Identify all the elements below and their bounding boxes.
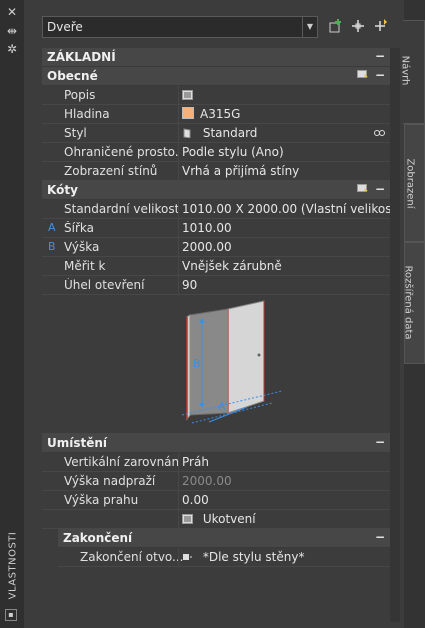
property-height[interactable]: B Výška 2000.00 xyxy=(42,238,391,257)
collapse-icon[interactable]: − xyxy=(375,49,385,63)
palette-title: VLASTNOSTI xyxy=(7,531,19,600)
property-label: Styl xyxy=(64,126,87,140)
property-threshold-height[interactable]: Výška prahu 0.00 xyxy=(42,491,391,510)
close-icon[interactable]: ✕ xyxy=(5,5,19,19)
collapse-icon[interactable]: − xyxy=(375,530,385,544)
property-label: Úhel otevření xyxy=(64,278,145,292)
property-layer[interactable]: Hladina A315G xyxy=(42,105,391,124)
height-value[interactable]: 2000.00 xyxy=(182,240,232,254)
width-marker: A xyxy=(48,221,56,234)
collapse-icon[interactable]: − xyxy=(375,68,385,82)
properties-panel: Dveře ▼ ZÁKLADNÍ − Obecné − Popis Hladin… xyxy=(24,0,404,628)
property-vertical-alignment[interactable]: Vertikální zarovnání Práh xyxy=(42,453,391,472)
anchor-value[interactable]: Ukotvení xyxy=(182,512,256,526)
collapse-icon[interactable]: − xyxy=(375,182,385,196)
property-label: Šířka xyxy=(64,221,94,235)
property-label: Měřit k xyxy=(64,259,106,273)
swing-angle-value[interactable]: 90 xyxy=(182,278,197,292)
property-label: Ohraničené prosto... xyxy=(64,145,178,159)
category-general[interactable]: Obecné − xyxy=(42,67,391,86)
scrollbar[interactable] xyxy=(390,48,400,622)
vertical-alignment-value[interactable]: Práh xyxy=(182,455,209,469)
tab-label: Návrh xyxy=(399,55,411,86)
ending-icon xyxy=(183,554,192,560)
layer-color-swatch xyxy=(182,107,194,119)
quick-properties-icon[interactable] xyxy=(357,184,369,195)
collapse-icon[interactable]: − xyxy=(375,435,385,449)
tab-design[interactable]: Návrh xyxy=(399,20,425,124)
category-dimensions[interactable]: Kóty − xyxy=(42,181,391,200)
layer-value[interactable]: A315G xyxy=(182,107,240,121)
property-anchor[interactable]: Ukotvení xyxy=(42,510,391,529)
toggle-pickadd-icon[interactable] xyxy=(372,18,390,36)
chevron-down-icon[interactable]: ▼ xyxy=(302,17,317,37)
threshold-height-value[interactable]: 0.00 xyxy=(182,493,209,507)
category-location-label: Umístění xyxy=(47,436,108,450)
style-value[interactable]: Standard xyxy=(182,126,257,140)
opening-ending-value[interactable]: *Dle stylu stěny* xyxy=(182,550,304,564)
category-dimensions-label: Kóty xyxy=(47,183,78,197)
property-label: Vertikální zarovnání xyxy=(64,455,178,469)
object-type-dropdown[interactable]: Dveře ▼ xyxy=(42,16,318,38)
height-marker: B xyxy=(48,240,56,253)
property-bound-spaces[interactable]: Ohraničené prosto... Podle stylu (Ano) xyxy=(42,143,391,162)
property-measure-to[interactable]: Měřit k Vnějšek zárubně xyxy=(42,257,391,276)
style-browser-icon[interactable] xyxy=(374,128,385,138)
property-label: Hladina xyxy=(64,107,110,121)
tab-extended-data[interactable]: Rozšířená data xyxy=(402,242,425,364)
property-label: Zakončení otvo... xyxy=(80,550,184,564)
category-basic[interactable]: ZÁKLADNÍ − xyxy=(42,48,391,67)
palette-menu-icon[interactable]: ▪ xyxy=(5,609,17,621)
category-endings[interactable]: Zakončení − xyxy=(58,529,391,548)
palette-title-bar: ✕ ⇹ ✲ VLASTNOSTI ▪ xyxy=(0,0,25,628)
tab-display[interactable]: Zobrazení xyxy=(404,124,425,242)
auto-hide-icon[interactable]: ⇹ xyxy=(5,24,19,38)
category-location[interactable]: Umístění − xyxy=(42,434,391,453)
category-general-label: Obecné xyxy=(47,69,98,83)
toolbar: Dveře ▼ xyxy=(42,16,398,40)
property-label: Výška prahu xyxy=(64,493,139,507)
property-shadow-display[interactable]: Zobrazení stínů Vrhá a přijímá stíny xyxy=(42,162,391,181)
text-editor-icon[interactable] xyxy=(182,90,193,100)
property-description[interactable]: Popis xyxy=(42,86,391,105)
property-label: Výška nadpraží xyxy=(64,474,156,488)
tab-label: Zobrazení xyxy=(404,158,416,209)
property-swing-angle[interactable]: Úhel otevření 90 xyxy=(42,276,391,295)
door-style-icon xyxy=(183,128,191,138)
property-label: Zobrazení stínů xyxy=(64,164,158,178)
bound-spaces-value[interactable]: Podle stylu (Ano) xyxy=(182,145,284,159)
object-type-value: Dveře xyxy=(47,20,83,34)
head-height-value: 2000.00 xyxy=(182,474,232,488)
quick-select-add-icon[interactable] xyxy=(327,18,345,36)
category-endings-label: Zakončení xyxy=(63,531,133,545)
shadow-display-value[interactable]: Vrhá a přijímá stíny xyxy=(182,164,299,178)
anchor-dialog-icon[interactable] xyxy=(182,514,193,524)
door-dimension-preview: B A xyxy=(42,295,391,434)
property-standard-sizes[interactable]: Standardní velikosti 1010.00 X 2000.00 (… xyxy=(42,200,401,219)
palette-tabs: Návrh Zobrazení Rozšířená data xyxy=(399,0,425,628)
description-value[interactable] xyxy=(182,88,199,102)
measure-to-value[interactable]: Vnějšek zárubně xyxy=(182,259,282,273)
property-label: Popis xyxy=(64,88,96,102)
property-label: Standardní velikosti xyxy=(64,202,178,216)
property-grid: ZÁKLADNÍ − Obecné − Popis Hladina A315G … xyxy=(42,48,401,567)
property-width[interactable]: A Šířka 1010.00 xyxy=(42,219,391,238)
preview-label-b: B xyxy=(193,357,201,370)
tab-label: Rozšířená data xyxy=(402,265,414,340)
property-label: Výška xyxy=(64,240,100,254)
property-head-height[interactable]: Výška nadpraží 2000.00 xyxy=(42,472,391,491)
preview-label-a: A xyxy=(218,400,226,413)
property-style[interactable]: Styl Standard xyxy=(42,124,391,143)
property-opening-ending[interactable]: Zakončení otvo... *Dle stylu stěny* xyxy=(58,548,391,567)
standard-sizes-value[interactable]: 1010.00 X 2000.00 (Vlastní velikost) xyxy=(182,202,401,216)
quick-properties-icon[interactable] xyxy=(357,70,369,81)
category-basic-label: ZÁKLADNÍ xyxy=(47,50,116,64)
width-value[interactable]: 1010.00 xyxy=(182,221,232,235)
select-objects-icon[interactable] xyxy=(349,18,367,36)
settings-icon[interactable]: ✲ xyxy=(5,42,19,56)
door-preview-illustration: B A xyxy=(181,300,283,424)
